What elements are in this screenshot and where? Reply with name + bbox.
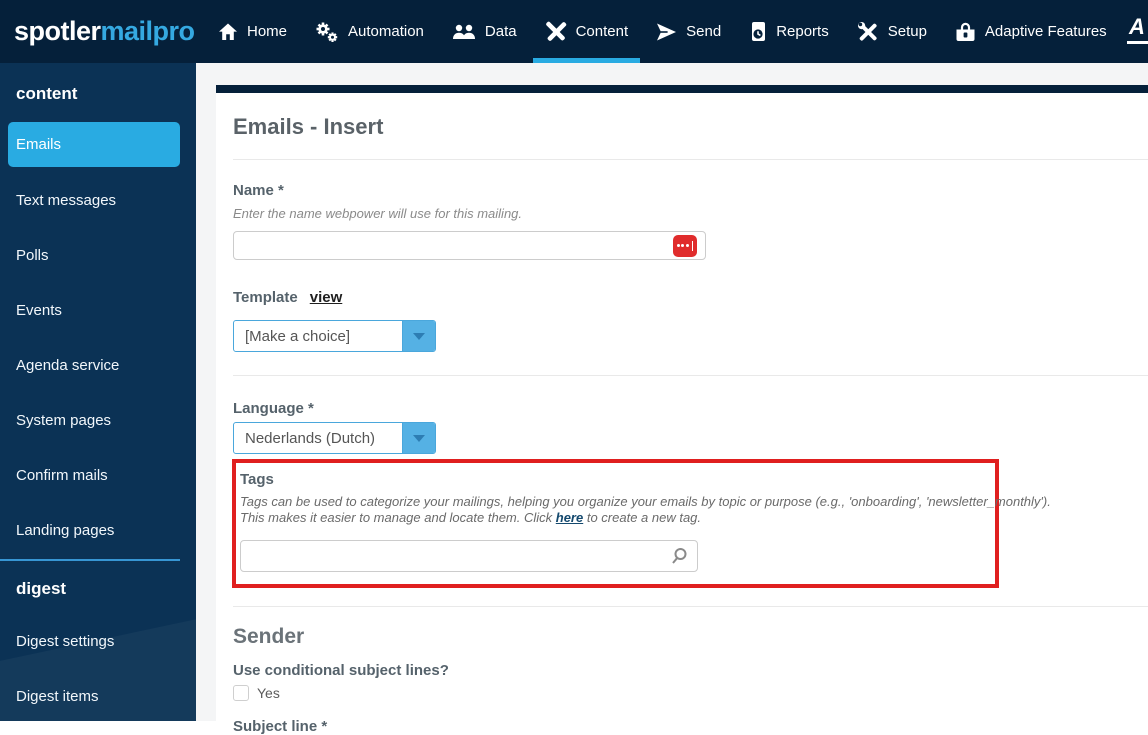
sidebar-item-polls[interactable]: Polls <box>16 247 49 264</box>
setup-icon <box>857 21 879 43</box>
nav-item-automation[interactable]: Automation <box>301 0 438 63</box>
template-dropdown[interactable]: [Make a choice] <box>233 320 436 352</box>
template-dropdown-button[interactable] <box>402 321 435 351</box>
sidebar: content Emails Text messages Polls Event… <box>0 63 196 721</box>
content-background: Emails - Insert Name * Enter the name we… <box>196 63 1148 735</box>
sidebar-item-landing-pages[interactable]: Landing pages <box>16 522 114 539</box>
sidebar-item-emails[interactable]: Emails <box>8 122 180 167</box>
tags-description-line2: This makes it easier to manage and locat… <box>240 510 995 526</box>
send-icon <box>656 22 677 42</box>
automation-icon <box>315 21 339 43</box>
chevron-down-icon <box>413 434 425 442</box>
nav-item-setup[interactable]: Setup <box>843 0 941 63</box>
home-icon <box>218 22 238 42</box>
language-dropdown-value: Nederlands (Dutch) <box>245 429 376 447</box>
page-title: Emails - Insert <box>233 114 384 139</box>
name-input[interactable] <box>233 231 706 260</box>
language-dropdown[interactable]: Nederlands (Dutch) <box>233 422 436 454</box>
content-icon <box>545 21 567 43</box>
brand-logo[interactable]: spotlermailpro <box>0 16 196 47</box>
brand-primary: spotler <box>14 16 101 46</box>
nav-item-data[interactable]: Data <box>438 0 531 63</box>
academy-icon[interactable]: A <box>1127 14 1148 44</box>
nav-item-send[interactable]: Send <box>642 0 735 63</box>
sidebar-item-events[interactable]: Events <box>16 302 62 319</box>
tags-description-line2-suffix: to create a new tag. <box>583 510 702 525</box>
emails-insert-card: Emails - Insert Name * Enter the name we… <box>216 85 1148 735</box>
nav-label: Adaptive Features <box>984 23 1107 40</box>
sidebar-item-agenda-service[interactable]: Agenda service <box>16 357 119 374</box>
divider <box>233 159 1148 160</box>
chevron-down-icon <box>413 332 425 340</box>
data-icon <box>452 23 476 41</box>
sidebar-section-content-title: content <box>16 84 78 103</box>
template-field-label: Template <box>233 289 298 306</box>
search-icon <box>670 547 688 570</box>
language-field-label: Language * <box>233 400 314 417</box>
tags-description-line2-prefix: This makes it easier to manage and locat… <box>240 510 556 525</box>
nav-label: Reports <box>776 23 829 40</box>
conditional-subject-label: Use conditional subject lines? <box>233 662 449 679</box>
nav-item-adaptive-features[interactable]: Adaptive Features <box>941 0 1121 63</box>
adaptive-features-icon <box>955 22 976 42</box>
nav-label: Automation <box>348 23 424 40</box>
autofill-icon[interactable] <box>673 234 697 257</box>
conditional-subject-checkbox-label: Yes <box>257 685 280 701</box>
nav-label: Content <box>575 23 629 40</box>
sidebar-item-label: Emails <box>16 136 62 153</box>
sidebar-item-system-pages[interactable]: System pages <box>16 412 111 429</box>
tags-description: Tags can be used to categorize your mail… <box>240 494 1051 526</box>
nav-label: Setup <box>887 23 927 40</box>
nav-label: Data <box>484 23 517 40</box>
tags-highlight-box: Tags Tags can be used to categorize your… <box>232 459 1051 588</box>
template-dropdown-value: [Make a choice] <box>245 327 351 345</box>
sidebar-item-text-messages[interactable]: Text messages <box>16 192 116 209</box>
nav-item-reports[interactable]: Reports <box>735 0 843 63</box>
nav-label: Send <box>686 23 722 40</box>
sender-section-title: Sender <box>233 625 305 648</box>
tags-search-input[interactable] <box>240 540 698 572</box>
sidebar-item-digest-settings[interactable]: Digest settings <box>16 633 114 650</box>
template-view-link[interactable]: view <box>310 289 343 306</box>
sidebar-item-confirm-mails[interactable]: Confirm mails <box>16 467 108 484</box>
nav-items: Home Automation Data Content Send Report… <box>204 0 1121 63</box>
nav-label: Home <box>247 23 288 40</box>
divider <box>233 606 1148 607</box>
create-tag-here-link[interactable]: here <box>556 510 583 525</box>
reports-icon <box>749 21 767 42</box>
divider <box>233 375 1148 376</box>
sidebar-watermark <box>0 615 196 721</box>
language-dropdown-button[interactable] <box>402 423 435 453</box>
top-navigation: spotlermailpro Home Automation Data Cont… <box>0 0 1148 63</box>
sidebar-divider <box>0 559 180 561</box>
nav-item-home[interactable]: Home <box>204 0 301 63</box>
brand-secondary: mailpro <box>100 16 196 46</box>
tags-field-label: Tags <box>240 471 274 488</box>
name-field-label: Name * <box>233 182 284 199</box>
nav-item-content[interactable]: Content <box>531 0 643 63</box>
sidebar-section-digest-title: digest <box>16 579 67 598</box>
conditional-subject-checkbox[interactable] <box>233 685 249 701</box>
tags-description-line1: Tags can be used to categorize your mail… <box>240 494 1051 509</box>
name-field-help: Enter the name webpower will use for thi… <box>233 206 523 221</box>
sidebar-item-digest-items[interactable]: Digest items <box>16 688 99 705</box>
